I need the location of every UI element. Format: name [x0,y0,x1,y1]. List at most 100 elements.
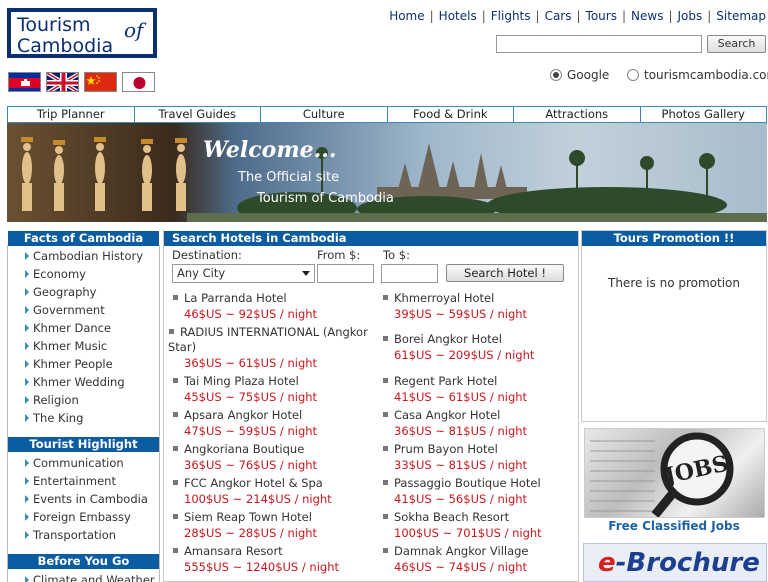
hotel-item[interactable]: Passaggio Boutique Hotel 41$US ~ 56$US /… [382,476,541,506]
hotel-price: 45$US ~ 75$US / night [184,390,318,404]
nav-hotels[interactable]: Hotels [439,9,477,23]
hotel-item[interactable]: Angkoriana Boutique 36$US ~ 76$US / nigh… [172,442,317,472]
hotel-item[interactable]: Borei Angkor Hotel 61$US ~ 209$US / nigh… [382,332,534,362]
hotel-item[interactable]: FCC Angkor Hotel & Spa 100$US ~ 214$US /… [172,476,332,506]
highlight-item[interactable]: Foreign Embassy [21,508,148,526]
japan-flag-icon[interactable] [122,72,155,92]
hotel-name: Damnak Angkor Village [382,544,529,558]
logo-text-tourism: Tourism [17,14,91,36]
price-to-input[interactable] [381,264,438,283]
menu-photos-gallery[interactable]: Photos Gallery [641,107,767,122]
promo-frame [581,230,767,422]
facts-list: Cambodian History Economy Geography Gove… [21,247,143,427]
from-label: From $: [317,248,361,262]
facts-item[interactable]: The King [21,409,143,427]
hotel-name: Casa Angkor Hotel [382,408,527,422]
facts-item[interactable]: Cambodian History [21,247,143,265]
highlight-item[interactable]: Communication [21,454,148,472]
hotel-price: 555$US ~ 1240$US / night [184,560,339,574]
hotel-name: Borei Angkor Hotel [382,332,534,346]
menu-culture[interactable]: Culture [261,107,388,122]
hotel-item[interactable]: Siem Reap Town Hotel 28$US ~ 28$US / nig… [172,510,317,540]
menu-travel-guides[interactable]: Travel Guides [135,107,261,122]
facts-item[interactable]: Khmer Dance [21,319,143,337]
khmer-flag-icon[interactable] [8,72,41,92]
hotel-item[interactable]: Sokha Beach Resort 100$US ~ 701$US / nig… [382,510,542,540]
hotel-name-cont: Star) [168,340,197,354]
nav-home[interactable]: Home [389,9,424,23]
facts-item[interactable]: Economy [21,265,143,283]
search-button[interactable]: Search [707,35,766,53]
chevron-down-icon [302,271,310,276]
jobs-banner-image[interactable]: JOBS [584,428,765,518]
menu-food-drink[interactable]: Food & Drink [388,107,514,122]
before-you-go-item[interactable]: Climate and Weather [21,571,155,582]
facts-item[interactable]: Khmer Music [21,337,143,355]
hotel-name: Sokha Beach Resort [382,510,542,524]
hotel-item[interactable]: Khmerroyal Hotel 39$US ~ 59$US / night [382,291,527,321]
hotel-item[interactable]: Amansara Resort 555$US ~ 1240$US / night [172,544,339,574]
hotel-price: 41$US ~ 56$US / night [394,492,528,506]
e-brochure-banner[interactable]: e-Brochure [583,543,767,582]
highlight-list: Communication Entertainment Events in Ca… [21,454,148,544]
hotel-item[interactable]: La Parranda Hotel 46$US ~ 92$US / night [172,291,317,321]
nav-sitemap[interactable]: Sitemap [716,9,766,23]
highlight-item[interactable]: Events in Cambodia [21,490,148,508]
promo-empty-text: There is no promotion [608,276,740,290]
facts-item[interactable]: Government [21,301,143,319]
uk-flag-icon[interactable] [46,72,79,92]
hero-banner: Welcome... The Official site Tourism of … [7,123,767,222]
hotel-price: 33$US ~ 81$US / night [394,458,528,472]
highlight-heading: Tourist Highlight [8,437,159,452]
facts-heading: Facts of Cambodia [8,231,159,246]
promo-heading: Tours Promotion !! [582,231,766,246]
hotel-name: FCC Angkor Hotel & Spa [172,476,332,490]
banner-line2: Tourism of Cambodia [257,191,394,206]
highlight-item[interactable]: Entertainment [21,472,148,490]
nav-jobs[interactable]: Jobs [678,9,703,23]
highlight-item[interactable]: Transportation [21,526,148,544]
menu-attractions[interactable]: Attractions [514,107,641,122]
hotel-item[interactable]: RADIUS INTERNATIONAL (Angkor Star) 36$US… [168,325,368,370]
nav-news[interactable]: News [631,9,663,23]
site-logo[interactable]: Tourism Cambodia of [7,8,157,58]
radio-site[interactable] [626,69,639,81]
search-hotel-button[interactable]: Search Hotel ! [446,264,564,282]
destination-select[interactable]: Any City [172,264,315,283]
nav-cars[interactable]: Cars [545,9,572,23]
hotel-item[interactable]: Tai Ming Plaza Hotel 45$US ~ 75$US / nig… [172,374,317,404]
hotel-name: Prum Bayon Hotel [382,442,527,456]
banner-welcome: Welcome... [203,137,337,163]
facts-item[interactable]: Khmer People [21,355,143,373]
hotel-price: 61$US ~ 209$US / night [394,348,535,362]
china-flag-icon[interactable] [84,72,117,92]
hotel-price: 39$US ~ 59$US / night [394,307,528,321]
nav-tours[interactable]: Tours [586,9,617,23]
destination-label: Destination: [172,248,242,262]
hotel-name: Apsara Angkor Hotel [172,408,317,422]
search-input[interactable] [496,35,702,53]
menu-trip-planner[interactable]: Trip Planner [8,107,135,122]
hotel-item[interactable]: Regent Park Hotel 41$US ~ 61$US / night [382,374,527,404]
logo-text-cambodia: Cambodia [17,35,114,57]
hotel-price: 100$US ~ 214$US / night [184,492,332,506]
radio-google[interactable] [550,69,562,81]
price-from-input[interactable] [317,264,374,283]
hotel-price: 47$US ~ 59$US / night [184,424,318,438]
hotel-item[interactable]: Apsara Angkor Hotel 47$US ~ 59$US / nigh… [172,408,317,438]
hotel-price: 36$US ~ 76$US / night [184,458,318,472]
nav-flights[interactable]: Flights [491,9,531,23]
hotel-price: 36$US ~ 61$US / night [184,356,318,370]
before-you-go-heading: Before You Go [8,554,159,569]
facts-item[interactable]: Khmer Wedding [21,373,143,391]
hotel-name: RADIUS INTERNATIONAL (Angkor [168,325,368,339]
hotel-item[interactable]: Prum Bayon Hotel 33$US ~ 81$US / night [382,442,527,472]
hotel-price: 41$US ~ 61$US / night [394,390,528,404]
hotel-item[interactable]: Casa Angkor Hotel 36$US ~ 81$US / night [382,408,527,438]
facts-item[interactable]: Geography [21,283,143,301]
facts-item[interactable]: Religion [21,391,143,409]
free-jobs-link[interactable]: Free Classified Jobs [581,519,767,533]
brochure-text: -Brochure [615,548,760,578]
radio-site-label: tourismcambodia.com [643,68,768,82]
hotel-item[interactable]: Damnak Angkor Village 46$US ~ 74$US / ni… [382,544,529,574]
